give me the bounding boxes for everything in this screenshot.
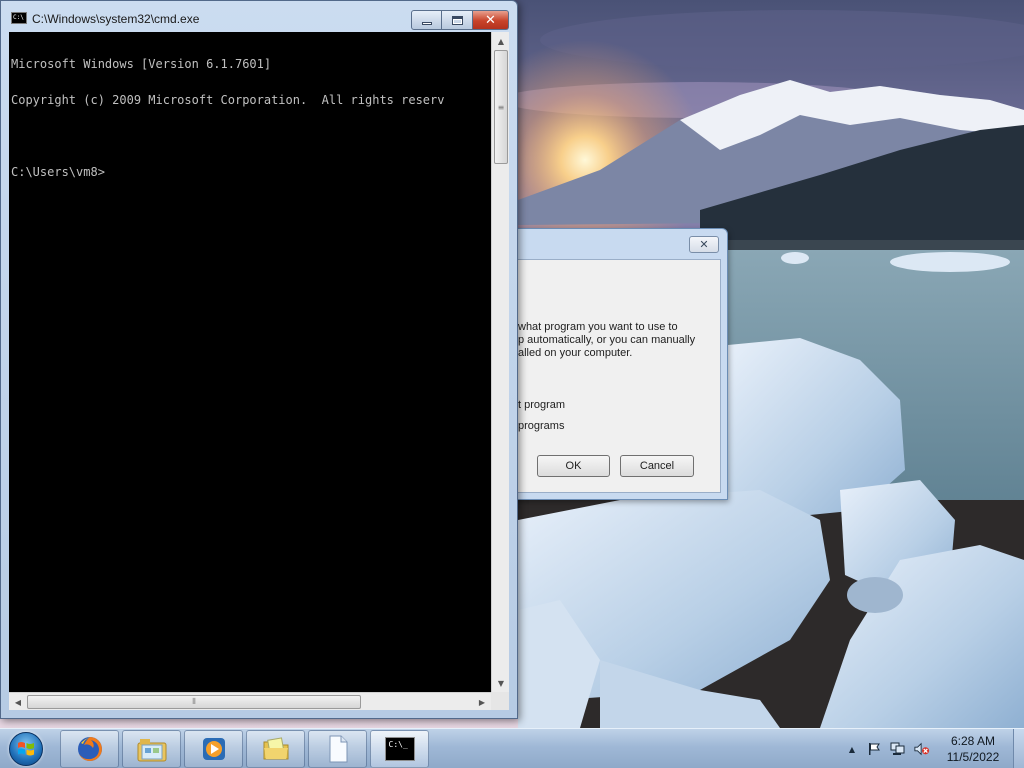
minimize-button[interactable] <box>411 10 442 30</box>
close-button[interactable]: ✕ <box>473 10 509 30</box>
windows-start-orb <box>9 732 43 766</box>
volume-tray-icon[interactable] <box>914 742 930 756</box>
dialog-option-2[interactable]: programs <box>518 420 564 433</box>
window-title: C:\Windows\system32\cmd.exe <box>32 12 200 26</box>
scroll-corner <box>491 692 509 710</box>
taskbar-cmd[interactable]: C:\_ <box>370 730 429 768</box>
start-button[interactable] <box>4 730 48 768</box>
console-line: Microsoft Windows [Version 6.1.7601] <box>11 57 272 71</box>
scroll-left-arrow[interactable]: ◀ <box>10 694 26 710</box>
network-tray-icon[interactable] <box>890 742 906 756</box>
taskbar-document[interactable] <box>308 730 367 768</box>
action-center-icon[interactable] <box>866 742 882 756</box>
dialog-description-line-2: p automatically, or you can manually <box>518 334 696 346</box>
taskbar-windows-explorer[interactable] <box>122 730 181 768</box>
taskbar-firefox[interactable] <box>60 730 119 768</box>
vertical-scroll-thumb[interactable]: ≡ <box>494 50 508 164</box>
cmd-window[interactable]: C:\ C:\Windows\system32\cmd.exe ✕ Micros… <box>0 0 518 719</box>
taskbar-media-player[interactable] <box>184 730 243 768</box>
cmd-titlebar[interactable]: C:\ C:\Windows\system32\cmd.exe ✕ <box>1 1 517 31</box>
maximize-icon <box>451 15 463 25</box>
show-hidden-icons-button[interactable]: ▲ <box>844 742 860 756</box>
flag-icon <box>869 743 880 755</box>
scroll-up-arrow[interactable]: ▲ <box>493 33 509 49</box>
horizontal-scrollbar[interactable]: ◀ ⦀ ▶ <box>9 692 491 710</box>
cmd-icon: C:\ <box>11 12 27 24</box>
dialog-description-line-1: what program you want to use to <box>518 321 678 333</box>
show-desktop-button[interactable] <box>1013 729 1024 768</box>
dialog-close-button[interactable]: ✕ <box>689 236 719 253</box>
ok-button[interactable]: OK <box>537 455 610 477</box>
minimize-icon <box>421 21 432 25</box>
command-prompt[interactable]: C:\Users\vm8> <box>11 166 491 178</box>
vertical-scrollbar[interactable]: ▲ ≡ ▼ <box>491 32 509 692</box>
close-icon: ✕ <box>699 238 709 251</box>
scroll-down-arrow[interactable]: ▼ <box>493 675 509 691</box>
clock-time: 6:28 AM <box>950 734 996 748</box>
cancel-button[interactable]: Cancel <box>620 455 694 477</box>
dialog-option-1[interactable]: t program <box>518 399 565 412</box>
scroll-right-arrow[interactable]: ▶ <box>474 694 490 710</box>
cmd-icon: C:\_ <box>384 737 415 761</box>
media-player-icon <box>202 738 225 760</box>
folder-icon <box>263 737 288 760</box>
close-icon: ✕ <box>485 12 496 28</box>
volume-muted-icon <box>914 742 930 756</box>
horizontal-scroll-thumb[interactable]: ⦀ <box>27 695 361 709</box>
dialog-description-line-3: alled on your computer. <box>518 347 633 359</box>
windows-logo-icon <box>18 742 34 756</box>
console-line: Copyright (c) 2009 Microsoft Corporation… <box>11 93 445 107</box>
network-icon <box>890 742 905 755</box>
console-output[interactable]: Microsoft Windows [Version 6.1.7601] Cop… <box>9 32 491 692</box>
document-icon <box>329 735 347 763</box>
taskbar: C:\_ ▲ 6:28 AM 11/5/2022 <box>0 728 1024 768</box>
clock-date: 11/5/2022 <box>946 750 1000 764</box>
firefox-icon <box>77 737 102 761</box>
maximize-button[interactable] <box>442 10 473 30</box>
taskbar-clock[interactable]: 6:28 AM 11/5/2022 <box>940 733 1006 765</box>
windows-explorer-icon <box>137 739 166 762</box>
taskbar-folder[interactable] <box>246 730 305 768</box>
